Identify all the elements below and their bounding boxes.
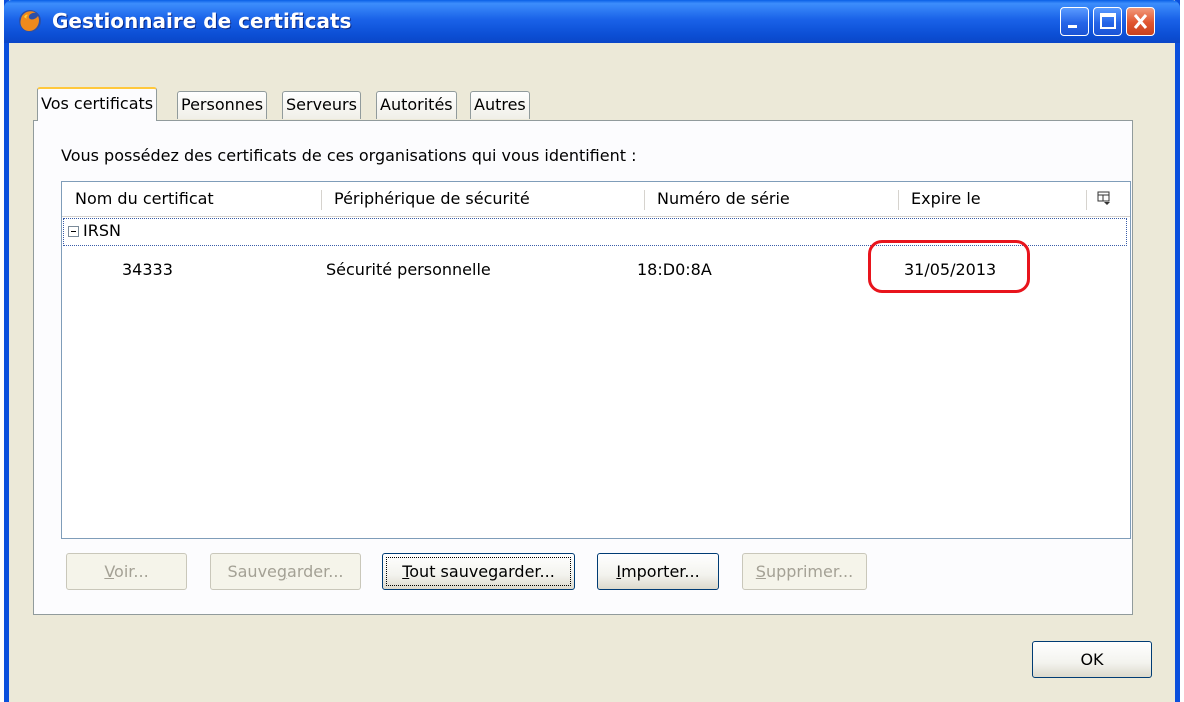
tab-people[interactable]: Personnes [177,91,268,119]
column-header-expires[interactable]: Expire le [911,189,981,208]
tab-servers[interactable]: Serveurs [282,91,361,119]
ok-button[interactable]: OK [1032,641,1152,678]
tab-authorities[interactable]: Autorités [376,91,457,119]
tab-label: Autres [474,95,526,114]
column-separator[interactable] [1086,190,1087,210]
minimize-icon [1068,25,1077,28]
button-label: g [276,562,288,581]
maximize-icon [1100,13,1116,29]
column-separator[interactable] [898,190,899,210]
window-title: Gestionnaire de certificats [52,9,352,33]
delete-button[interactable]: Supprimer... [742,553,867,590]
button-label: oir... [114,562,149,581]
column-picker-icon[interactable] [1097,191,1111,205]
import-button[interactable]: Importer... [597,553,719,590]
tab-label: Personnes [181,95,264,114]
button-label: upprimer... [765,562,854,581]
group-label: IRSN [83,221,121,240]
minimize-button[interactable] [1060,7,1089,36]
button-label: arder... [287,562,344,581]
button-label: OK [1080,650,1104,669]
close-button[interactable] [1126,7,1155,36]
button-label: V [104,562,115,581]
tab-your-certificates[interactable]: Vos certificats [37,87,158,121]
column-separator[interactable] [644,190,645,210]
close-icon [1133,14,1148,29]
firefox-icon [19,10,41,32]
tab-others[interactable]: Autres [470,91,530,119]
title-bar[interactable]: Gestionnaire de certificats [4,0,1180,43]
column-header-device[interactable]: Périphérique de sécurité [334,189,530,208]
expiry-highlight-annotation [868,240,1030,293]
view-button[interactable]: Voir... [66,553,187,590]
collapse-icon[interactable] [68,226,79,237]
column-header-name[interactable]: Nom du certificat [75,189,214,208]
cert-serial-cell[interactable]: 18:D0:8A [637,260,712,279]
maximize-button[interactable] [1093,7,1122,36]
column-header-serial[interactable]: Numéro de série [657,189,790,208]
certificate-tree[interactable]: Nom du certificat Périphérique de sécuri… [61,181,1131,539]
tab-label: Vos certificats [41,94,154,113]
focus-ring [386,557,571,586]
backup-button[interactable]: Sauvegarder... [210,553,361,590]
tab-label: Autorités [380,95,453,114]
column-separator[interactable] [321,190,322,210]
tree-header: Nom du certificat Périphérique de sécuri… [62,182,1130,217]
button-label: Sauve [227,562,277,581]
tab-label: Serveurs [286,95,357,114]
cert-name-cell[interactable]: 34333 [122,260,173,279]
cert-device-cell[interactable]: Sécurité personnelle [326,260,491,279]
button-label: S [755,562,766,581]
button-label: mporter... [621,562,700,581]
backup-all-button[interactable]: Tout sauvegarder... [382,553,575,590]
intro-text: Vous possédez des certificats de ces org… [61,146,637,165]
